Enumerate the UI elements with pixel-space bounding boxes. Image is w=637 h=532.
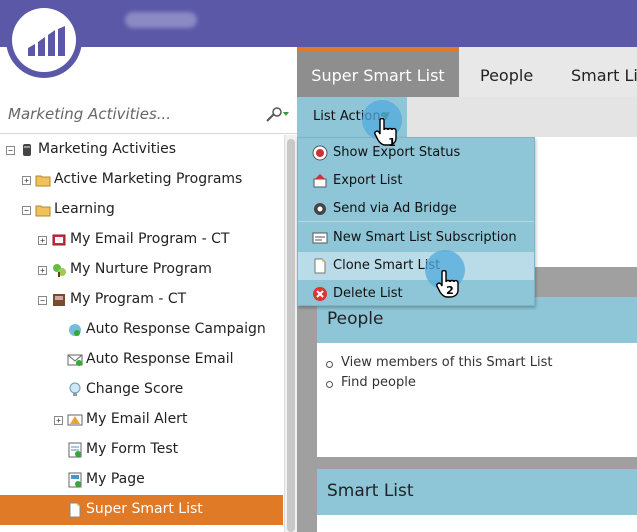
smart-list-card-header: Smart List (317, 469, 637, 515)
tree-item[interactable]: Super Smart List (0, 495, 283, 525)
landing-page-icon (68, 472, 82, 488)
menu-item-send-via-ad-bridge[interactable]: Send via Ad Bridge (298, 195, 534, 223)
menu-item-label: Export List (333, 173, 403, 188)
expand-icon[interactable]: + (38, 236, 47, 245)
folder-icon (35, 175, 51, 187)
tree-item-label: Auto Response Campaign (86, 321, 266, 337)
tree-item-label: My Page (86, 471, 145, 487)
tree-item-label: Change Score (86, 381, 184, 397)
menu-item-clone-smart-list[interactable]: Clone Smart List (298, 252, 534, 280)
top-header (0, 0, 637, 47)
menu-item-label: Send via Ad Bridge (333, 201, 457, 216)
account-name-blurred (125, 12, 197, 28)
tree-search-icon[interactable] (263, 106, 291, 124)
tree-item-label: Auto Response Email (86, 351, 234, 367)
tree-item-label: Active Marketing Programs (54, 171, 243, 187)
collapse-icon[interactable]: − (6, 146, 15, 155)
tree-item[interactable]: − Marketing Activities (0, 135, 283, 165)
scrollbar-thumb[interactable] (287, 139, 295, 532)
menu-item-delete-list[interactable]: Delete List (298, 280, 534, 308)
menu-item-export-list[interactable]: Export List (298, 167, 534, 195)
tree-item-label: My Nurture Program (70, 261, 212, 277)
tree-item-label: Super Smart List (86, 501, 203, 517)
collapse-icon[interactable]: − (22, 206, 31, 215)
smart-list-card: Smart List (317, 469, 637, 532)
left-panel-title: Marketing Activities... (8, 105, 172, 123)
tree-item[interactable]: − Learning (0, 195, 283, 225)
smart-list-card-title: Smart List (327, 481, 414, 501)
tree-item[interactable]: − My Program - CT (0, 285, 283, 315)
nurture-program-icon (53, 264, 66, 277)
tab-bar: Super Smart List People Smart Lis (297, 47, 637, 97)
ad-bridge-icon (314, 203, 326, 215)
tree-item[interactable]: + My Email Alert (0, 405, 283, 435)
people-card: People View members of this Smart List F… (317, 297, 637, 457)
tree-item[interactable]: + My Email Program - CT (0, 225, 283, 255)
list-actions-menu: Show Export Status Export List Send via … (297, 137, 535, 306)
menu-item-new-smart-list-subscription[interactable]: New Smart List Subscription (298, 224, 534, 252)
tree-item[interactable]: My Form Test (0, 435, 283, 465)
email-icon (67, 354, 83, 366)
collapse-icon[interactable]: − (38, 296, 47, 305)
tree-item-label: My Email Alert (86, 411, 188, 427)
menu-item-label: New Smart List Subscription (333, 230, 517, 245)
expand-icon[interactable]: + (54, 416, 63, 425)
smart-list-icon (69, 502, 81, 518)
tree-item[interactable]: Auto Response Campaign (0, 315, 283, 345)
left-panel-header: Marketing Activities... (0, 96, 297, 134)
smart-campaign-icon (69, 324, 81, 336)
tab-super-smart-list[interactable]: Super Smart List (297, 47, 459, 97)
tree-item[interactable]: + Active Marketing Programs (0, 165, 283, 195)
expand-icon[interactable]: + (22, 176, 31, 185)
left-panel-scrollbar[interactable] (284, 135, 297, 532)
people-card-title: People (327, 309, 384, 329)
email-alert-icon (67, 414, 83, 426)
export-list-icon (313, 174, 327, 188)
marketing-activities-tree: − Marketing Activities + Active Marketing P… (0, 135, 283, 532)
tree-item[interactable]: Auto Response Email (0, 345, 283, 375)
tree-item-label: My Email Program - CT (70, 231, 230, 247)
logo-bars-icon (28, 26, 65, 56)
email-program-icon (52, 234, 66, 246)
step-2-number: 2 (446, 284, 454, 297)
export-status-icon (312, 145, 328, 161)
find-people-link[interactable]: Find people (317, 375, 553, 395)
clone-icon (314, 258, 326, 274)
tree-item[interactable]: + My Nurture Program (0, 255, 283, 285)
lightbulb-icon (69, 382, 81, 396)
tree-item-label: My Program - CT (70, 291, 187, 307)
toolbar: List Actions ▼ (297, 97, 637, 137)
program-icon (53, 294, 65, 306)
marketo-logo-icon[interactable] (6, 2, 82, 78)
step-1-number: 1 (388, 136, 396, 149)
menu-divider (298, 221, 534, 222)
tree-item-label: Marketing Activities (38, 141, 177, 157)
menu-item-show-export-status[interactable]: Show Export Status (298, 139, 534, 167)
tree-item-label: My Form Test (86, 441, 179, 457)
tab-smart-list[interactable]: Smart Lis (571, 47, 637, 97)
form-icon (68, 442, 82, 458)
database-icon (23, 144, 31, 156)
menu-item-label: Delete List (333, 286, 403, 301)
tree-item[interactable]: My Page (0, 465, 283, 495)
tab-people[interactable]: People (480, 47, 533, 97)
tree-item-label: Learning (54, 201, 115, 217)
folder-icon (35, 205, 51, 217)
view-members-link[interactable]: View members of this Smart List (317, 355, 553, 375)
subscription-icon (312, 232, 328, 244)
tree-item[interactable]: Change Score (0, 375, 283, 405)
expand-icon[interactable]: + (38, 266, 47, 275)
people-links: View members of this Smart List Find peo… (317, 355, 553, 395)
delete-icon (313, 287, 327, 301)
